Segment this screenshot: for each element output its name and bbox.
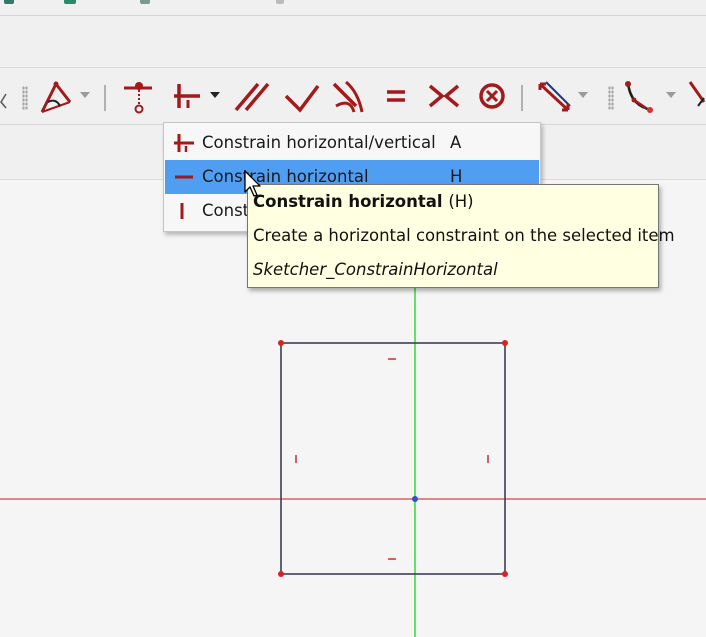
constrain-lock-icon[interactable] [472, 72, 512, 120]
upper-toolbar-strip [0, 0, 706, 16]
toolbar-fragment-icon [276, 0, 284, 4]
constrain-tangent-icon[interactable] [328, 72, 368, 120]
tooltip-shortcut: (H) [448, 192, 474, 211]
menu-item-label: Constrain horizontal/vertical [202, 133, 436, 152]
constrain-block-dropdown-arrow-icon[interactable] [80, 92, 90, 98]
toolbar-grip[interactable] [22, 86, 28, 110]
tooltip-description: Create a horizontal constraint on the se… [253, 226, 675, 245]
constrain-equal-icon[interactable] [378, 72, 414, 120]
vertex-point[interactable] [502, 571, 508, 577]
toolbar-separator [104, 85, 106, 111]
command-tooltip: Constrain horizontal (H) Create a horizo… [247, 184, 675, 288]
constrain-radius-icon[interactable] [620, 72, 660, 120]
constrain-partial-icon[interactable] [688, 72, 706, 120]
menu-item-label: Const [202, 201, 250, 220]
constrain-radius-dropdown-arrow-icon[interactable] [666, 92, 676, 98]
vertical-icon [172, 199, 196, 223]
constrain-block-icon[interactable] [36, 72, 76, 120]
constrain-horizontal-vertical-dropdown-arrow-icon[interactable] [210, 92, 220, 98]
constrain-coincident-icon[interactable] [120, 72, 156, 120]
horizontal-icon [172, 165, 196, 189]
toolbar-grip[interactable] [608, 86, 614, 110]
constrain-perpendicular-icon[interactable] [282, 72, 322, 120]
toolbar-separator [521, 85, 523, 111]
vertex-point[interactable] [278, 571, 284, 577]
tooltip-title-line: Constrain horizontal (H) [253, 192, 474, 211]
toolbar-fragment-icon [140, 0, 150, 4]
horizontal-vertical-icon [172, 131, 196, 155]
constrain-symmetric-icon[interactable] [424, 72, 464, 120]
sketcher-constraints-toolbar [0, 68, 706, 125]
constrain-parallel-icon[interactable] [232, 72, 272, 120]
constrain-distance-dropdown-arrow-icon[interactable] [578, 92, 588, 98]
tooltip-command-name: Sketcher_ConstrainHorizontal [253, 260, 498, 279]
toolbar-fragment-icon [4, 0, 14, 4]
vertex-point[interactable] [278, 340, 284, 346]
constrain-distance-icon[interactable] [534, 72, 574, 120]
scroll-left-chevron-icon[interactable] [0, 72, 10, 120]
mouse-pointer-icon [244, 170, 266, 204]
menu-item-shortcut: A [450, 133, 462, 152]
constrain-horizontal-vertical-icon[interactable] [166, 72, 206, 120]
sketch-rectangle[interactable] [280, 342, 506, 575]
menu-band [0, 16, 706, 68]
menu-item-constrain-horizontal-vertical[interactable]: Constrain horizontal/vertical A [165, 126, 539, 160]
vertex-point[interactable] [502, 340, 508, 346]
toolbar-fragment-icon [64, 0, 76, 4]
tooltip-title: Constrain horizontal [253, 192, 443, 211]
origin-point[interactable] [412, 496, 418, 502]
